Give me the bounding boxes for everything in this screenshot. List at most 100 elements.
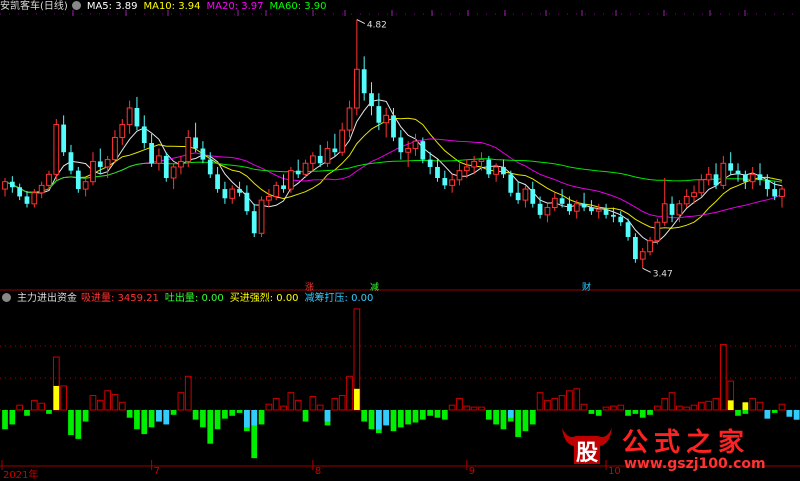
candle — [728, 152, 734, 175]
ma-value-2: MA20: 3.97 — [206, 1, 264, 12]
strong-buy-bar — [53, 385, 60, 410]
candle — [639, 248, 646, 269]
candle — [720, 155, 727, 190]
stock-chart[interactable]: 4.82 3.47 — [0, 0, 800, 480]
candle — [141, 115, 147, 149]
indicator-value-0: 吸进量: 3459.21 — [81, 293, 159, 304]
candle — [258, 196, 265, 237]
candle — [742, 170, 748, 190]
outflow-bar — [141, 410, 148, 435]
candle-body — [178, 160, 184, 168]
site-url: www.gszj100.com — [624, 456, 766, 472]
inflow-bar — [580, 403, 588, 411]
inflow-bar — [30, 399, 38, 411]
outflow-bar — [647, 410, 653, 415]
candle-body — [207, 159, 213, 175]
candle-body — [317, 155, 323, 164]
candle-body — [478, 159, 485, 162]
candle-body — [742, 174, 748, 182]
candle — [346, 100, 353, 138]
candle — [567, 196, 572, 215]
inflow-bar — [617, 404, 625, 411]
candle-body — [676, 203, 683, 216]
candle-body — [324, 148, 331, 164]
candle — [530, 181, 536, 208]
candle — [669, 196, 675, 223]
candle — [412, 133, 419, 156]
inflow-bar — [712, 397, 720, 411]
outflow-bar — [397, 410, 404, 428]
gear-icon[interactable] — [71, 1, 81, 10]
candle — [427, 152, 433, 175]
candle — [376, 93, 382, 131]
candle-body — [705, 173, 712, 181]
inflow-bar — [331, 397, 339, 411]
outflow-bar — [771, 410, 778, 413]
candle-body — [126, 107, 133, 126]
gear-icon[interactable] — [2, 293, 11, 302]
inflow-bar — [690, 404, 698, 411]
outflow-bar — [522, 410, 529, 432]
candle-body — [185, 136, 192, 162]
outflow-bar — [207, 410, 214, 444]
candle-body — [258, 199, 265, 234]
candle — [779, 185, 785, 208]
candle-body — [229, 188, 236, 199]
candle-body — [2, 181, 8, 190]
candle — [185, 130, 192, 167]
candle — [537, 196, 543, 219]
candle — [683, 189, 690, 208]
candle — [126, 100, 133, 134]
candle — [170, 163, 177, 190]
candle-body — [508, 174, 514, 193]
candle-body — [647, 240, 653, 253]
candle-body — [332, 148, 338, 153]
suppress-bar — [507, 410, 514, 418]
candle — [501, 159, 506, 179]
x-axis-label: 9 — [468, 466, 476, 477]
outflow-bar — [134, 410, 140, 430]
stock-title: 安凯客车(日线) — [0, 1, 68, 12]
outflow-bar — [68, 410, 74, 436]
outflow-bar — [222, 410, 228, 419]
candle-body — [97, 161, 103, 167]
candle-body — [435, 166, 440, 179]
outflow-bar — [735, 410, 741, 416]
candle — [229, 185, 236, 204]
outflow-bar — [405, 410, 412, 425]
candle-body — [515, 192, 521, 201]
inflow-bar — [346, 375, 353, 411]
candle — [178, 155, 184, 175]
inflow-bar — [705, 400, 713, 411]
candle — [603, 203, 609, 219]
candle — [398, 130, 404, 160]
candle-body — [471, 160, 478, 168]
inflow-bar — [287, 392, 295, 411]
candle — [611, 207, 616, 223]
candle-body — [661, 203, 668, 223]
candle — [61, 115, 67, 156]
candle — [2, 178, 8, 197]
candle — [522, 185, 529, 208]
candle-body — [427, 159, 433, 167]
candle — [295, 159, 301, 179]
candle-body — [266, 195, 272, 201]
outflow-bar — [236, 410, 243, 413]
candle — [287, 166, 294, 193]
candle-body — [141, 126, 147, 143]
ma-value-3: MA60: 3.90 — [269, 1, 327, 12]
inflow-bar — [111, 394, 119, 411]
candle — [508, 170, 514, 197]
candle-body — [104, 159, 111, 168]
outflow-bar — [632, 410, 639, 414]
candle — [581, 192, 587, 212]
candle-body — [17, 187, 23, 197]
candle-body — [369, 93, 374, 107]
candle-body — [442, 178, 448, 186]
candle — [90, 152, 96, 186]
candle-body — [24, 196, 30, 204]
reduce-marker: 减 — [370, 283, 380, 293]
outflow-bar — [148, 410, 155, 428]
candle-body — [134, 107, 140, 127]
candle-body — [559, 198, 565, 204]
